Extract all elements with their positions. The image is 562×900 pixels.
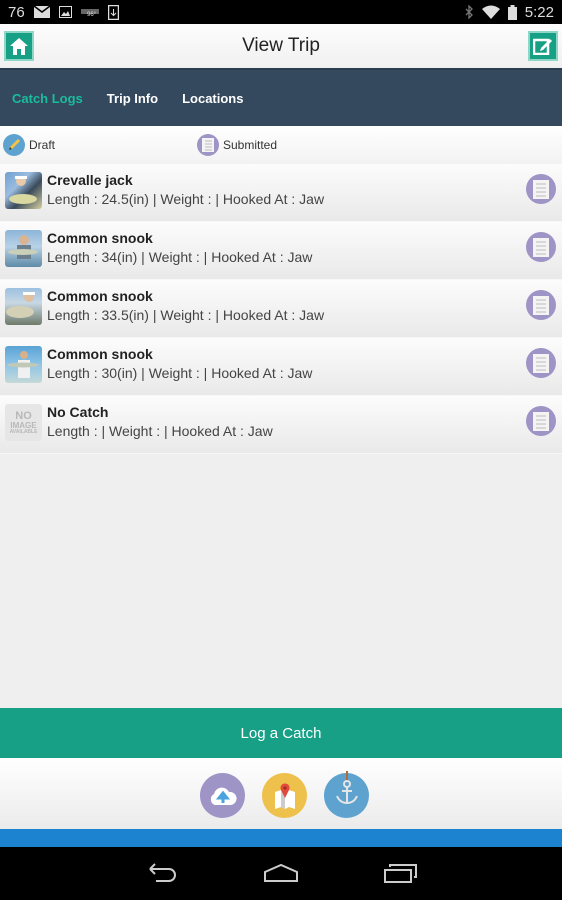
catch-photo [5, 172, 42, 209]
catch-species: No Catch [47, 404, 109, 420]
catch-log-list: Crevalle jack Length : 24.5(in) | Weight… [0, 164, 562, 454]
page-title: View Trip [242, 35, 320, 56]
catch-row[interactable]: NO IMAGE AVAILABLE No Catch Length : | W… [0, 396, 562, 454]
upload-button[interactable] [200, 773, 245, 818]
catch-species: Common snook [47, 346, 153, 362]
catch-row[interactable]: Common snook Length : 34(in) | Weight : … [0, 222, 562, 280]
catch-photo [5, 230, 42, 267]
home-button[interactable] [4, 31, 34, 61]
tab-trip-info[interactable]: Trip Info [107, 91, 158, 106]
submitted-status-icon[interactable] [526, 290, 556, 320]
status-number: 76 [8, 3, 25, 21]
status-legend: Draft Submitted [0, 126, 562, 164]
blue-accent-bar [0, 829, 562, 847]
back-icon[interactable] [145, 863, 179, 883]
submitted-status-icon[interactable] [526, 406, 556, 436]
no-image-text-3: AVAILABLE [9, 428, 38, 435]
footer-toolbar [0, 758, 562, 829]
bluetooth-icon [465, 5, 473, 19]
catch-row[interactable]: Crevalle jack Length : 24.5(in) | Weight… [0, 164, 562, 222]
download-icon [107, 4, 119, 20]
catch-row[interactable]: Common snook Length : 33.5(in) | Weight … [0, 280, 562, 338]
legend-submitted-label: Submitted [223, 138, 278, 152]
submitted-status-icon[interactable] [526, 232, 556, 262]
status-bar: 76 96° 5:22 [0, 0, 562, 24]
document-icon [533, 237, 549, 257]
catch-details: Length : 33.5(in) | Weight : | Hooked At… [47, 307, 325, 323]
anchor-icon [335, 770, 358, 804]
home-nav-icon[interactable] [263, 863, 299, 883]
tab-locations[interactable]: Locations [182, 91, 243, 106]
catch-species: Crevalle jack [47, 172, 133, 188]
catch-species: Common snook [47, 230, 153, 246]
app-header: View Trip [0, 24, 562, 68]
cloud-upload-icon [210, 787, 237, 805]
anchor-button[interactable] [324, 770, 369, 818]
no-image-text-1: NO [15, 409, 32, 422]
document-icon [533, 353, 549, 373]
status-time: 5:22 [524, 3, 554, 21]
no-image-placeholder: NO IMAGE AVAILABLE [5, 404, 42, 441]
battery-icon [507, 4, 517, 20]
android-nav-bar [0, 847, 562, 900]
catch-photo [5, 288, 42, 325]
recent-apps-icon[interactable] [384, 863, 418, 883]
catch-details: Length : | Weight : | Hooked At : Jaw [47, 423, 273, 439]
log-a-catch-button[interactable]: Log a Catch [0, 708, 562, 758]
catch-details: Length : 24.5(in) | Weight : | Hooked At… [47, 191, 325, 207]
home-icon [10, 37, 28, 55]
svg-text:96°: 96° [87, 12, 97, 17]
edit-icon [533, 38, 552, 55]
tab-catch-logs[interactable]: Catch Logs [12, 91, 83, 106]
catch-row[interactable]: Common snook Length : 30(in) | Weight : … [0, 338, 562, 396]
document-icon [533, 295, 549, 315]
weather-icon: 96° [80, 9, 99, 17]
edit-button[interactable] [528, 31, 558, 61]
document-icon [533, 411, 549, 431]
catch-details: Length : 30(in) | Weight : | Hooked At :… [47, 365, 313, 381]
image-icon [58, 6, 72, 18]
legend-draft-label: Draft [29, 138, 56, 152]
map-icon [274, 782, 295, 809]
legend-submitted: Submitted [197, 134, 277, 156]
catch-photo [5, 346, 42, 383]
legend-draft: Draft [3, 134, 55, 156]
submitted-status-icon[interactable] [526, 174, 556, 204]
document-icon [197, 134, 219, 156]
pencil-icon [3, 134, 25, 156]
tab-bar: Catch Logs Trip Info Locations [0, 68, 562, 126]
submitted-status-icon[interactable] [526, 348, 556, 378]
mail-icon [33, 6, 50, 18]
document-icon [533, 179, 549, 199]
map-button[interactable] [262, 773, 307, 818]
wifi-icon [481, 5, 500, 19]
catch-species: Common snook [47, 288, 153, 304]
catch-details: Length : 34(in) | Weight : | Hooked At :… [47, 249, 313, 265]
